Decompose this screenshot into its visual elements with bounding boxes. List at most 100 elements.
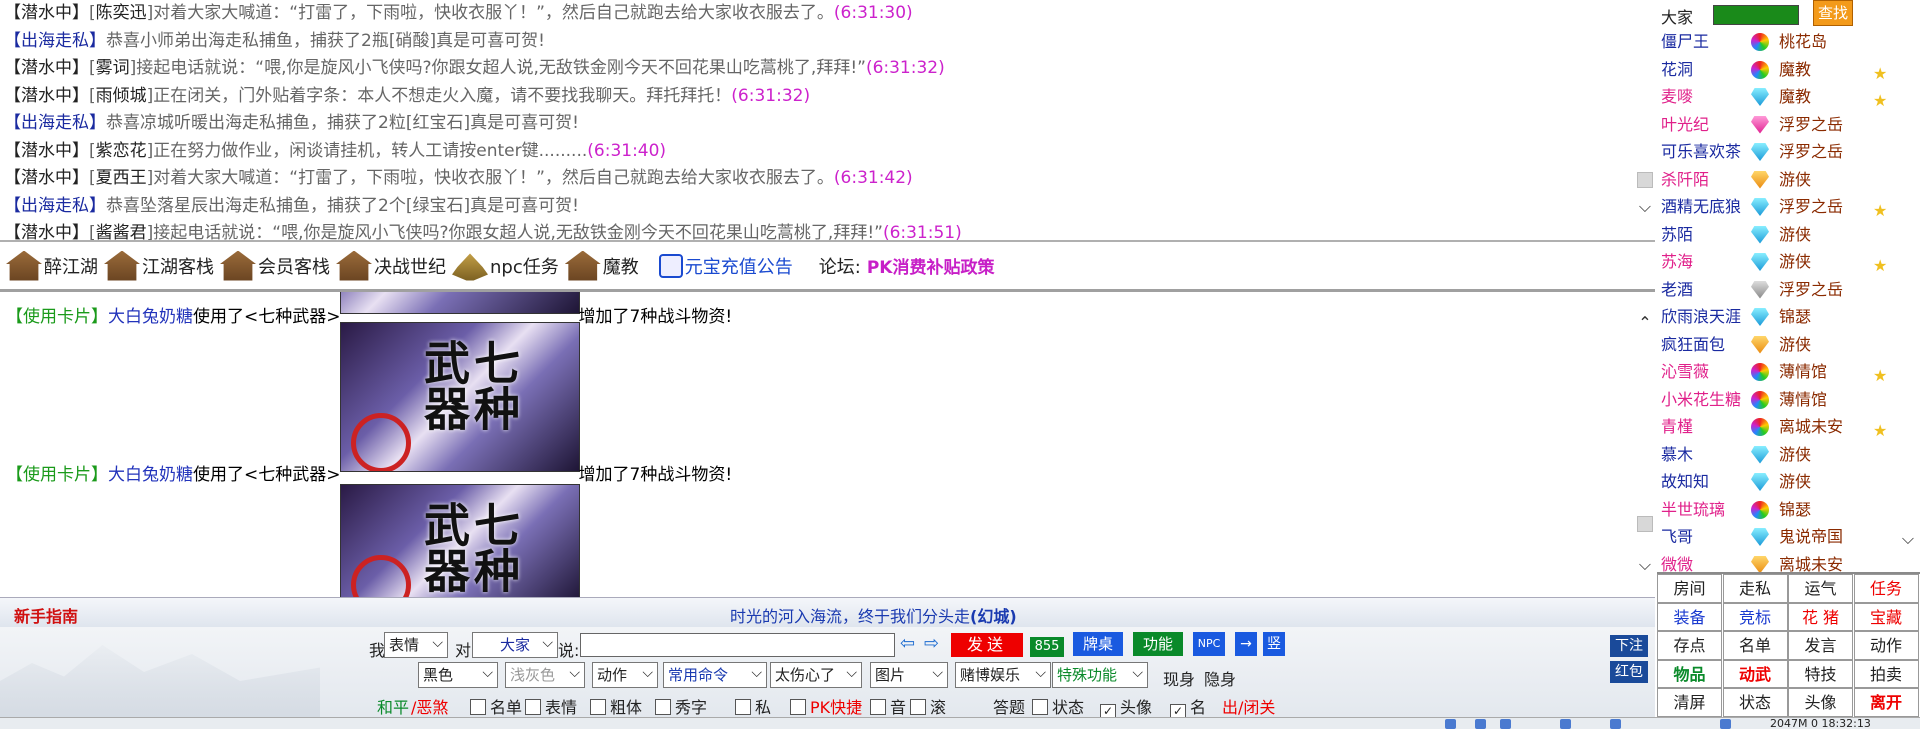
user-name[interactable]: 半世琉璃 [1661,496,1725,523]
tray-icon[interactable] [1445,719,1456,729]
checkbox-4[interactable]: 私 [735,694,771,717]
user-name[interactable]: 飞哥 [1661,523,1693,550]
checkbox-1[interactable]: 表情 [525,694,577,717]
grid-button-15[interactable]: 拍卖 [1853,659,1919,688]
arrow-button[interactable]: → [1235,632,1257,656]
user-row[interactable]: 慕木 游侠 [1661,441,1906,469]
arrow-right-icon[interactable]: ⇨ [924,633,939,654]
user-list-scroll-down-icon[interactable]: ⌵ [1901,531,1915,547]
checkbox-3[interactable]: 秀字 [655,694,707,717]
scroll-down-arrow-icon[interactable]: ⌵ [1638,199,1652,215]
user-row[interactable]: 麦嘜 魔教 ★ [1661,83,1906,111]
vertical-button[interactable]: 竖 [1263,632,1285,656]
user-row[interactable]: 沁雪薇 薄情馆 ★ [1661,358,1906,386]
user-row[interactable]: 苏陌 游侠 [1661,221,1906,249]
card-pane-scroll-thumb[interactable] [1637,516,1653,532]
grid-button-16[interactable]: 清屏 [1657,688,1722,717]
user-row[interactable]: 疯狂面包 游侠 [1661,331,1906,359]
grid-button-11[interactable]: 动作 [1853,631,1919,660]
nav-npc-task[interactable]: npc任务 [452,251,559,281]
bet-button[interactable]: 下注 [1610,635,1648,657]
user-name[interactable]: 小米花生糖 [1661,386,1741,413]
checkbox-7[interactable]: 滚 [910,694,946,717]
user-row[interactable]: 欣雨浪天涯 锦瑟 [1661,303,1906,331]
grid-button-2[interactable]: 运气 [1788,574,1853,603]
grid-button-10[interactable]: 发言 [1788,631,1853,660]
grid-button-9[interactable]: 名单 [1722,631,1788,660]
grid-button-13[interactable]: 动武 [1722,659,1788,688]
public-chat-scroll-thumb[interactable] [1637,172,1653,188]
table-button[interactable]: 牌桌 [1073,632,1123,656]
user-row[interactable]: 苏海 游侠 ★ [1661,248,1906,276]
grid-button-19[interactable]: 离开 [1853,688,1919,717]
user-row[interactable]: 可乐喜欢茶 浮罗之岳 [1661,138,1906,166]
user-name[interactable]: 可乐喜欢茶 [1661,138,1741,165]
find-button[interactable]: 查找 [1813,0,1853,26]
answer-link[interactable]: 答题 [993,694,1025,717]
user-name[interactable]: 欣雨浪天涯 [1661,303,1741,330]
user-name[interactable]: 慕木 [1661,441,1693,468]
nav-member-inn[interactable]: 会员客栈 [220,250,330,281]
tray-icon[interactable] [1560,719,1571,729]
peace-mode[interactable]: 和平 [377,694,409,717]
user-name[interactable]: 叶光纪 [1661,111,1709,138]
exit-seclusion-link[interactable]: 出/闭关 [1222,694,1275,717]
tray-icon[interactable] [1610,719,1621,729]
grid-button-8[interactable]: 存点 [1657,631,1722,660]
user-name[interactable]: 微微 [1661,551,1693,573]
tray-icon[interactable] [1500,719,1511,729]
user-name[interactable]: 故知知 [1661,468,1709,495]
nav-battle-century[interactable]: 决战世纪 [336,250,446,281]
color-select[interactable]: 黑色 [418,661,498,688]
user-row[interactable]: 酒精无底狼 浮罗之岳 ★ [1661,193,1906,221]
checkbox2-1[interactable]: 头像 [1100,694,1152,717]
grid-button-14[interactable]: 特技 [1788,659,1853,688]
tray-icon[interactable] [1720,719,1731,729]
nav-jianghu-inn[interactable]: 江湖客栈 [104,250,214,281]
user-name[interactable]: 花洞 [1661,56,1693,83]
user-row[interactable]: 青槿 离城未安 ★ [1661,413,1906,441]
user-name[interactable]: 苏海 [1661,248,1693,275]
grid-button-3[interactable]: 任务 [1853,574,1919,603]
function-button[interactable]: 功能 [1133,632,1183,656]
public-chat-scrollbar[interactable]: ⌵ [1633,0,1657,240]
card-user[interactable]: 大白兔奶糖 [108,465,193,485]
checkbox-0[interactable]: 名单 [470,694,522,717]
target-field[interactable]: 大家 [472,631,558,658]
chat-username[interactable]: 紫恋花 [96,141,147,161]
user-name[interactable]: 僵尸王 [1661,28,1709,55]
user-row[interactable]: 叶光纪 浮罗之岳 [1661,111,1906,139]
evil-mode[interactable]: /恶煞 [411,694,448,717]
user-name[interactable]: 沁雪薇 [1661,358,1709,385]
user-name[interactable]: 酒精无底狼 [1661,193,1741,220]
chat-username[interactable]: 雨倾城 [96,86,147,106]
checkbox-2[interactable]: 粗体 [590,694,642,717]
chat-username[interactable]: 夏西王 [96,168,147,188]
checkbox2-0[interactable]: 状态 [1032,694,1084,717]
user-row[interactable]: 半世琉璃 锦瑟 [1661,496,1906,524]
grid-button-17[interactable]: 状态 [1722,688,1788,717]
grid-button-1[interactable]: 走私 [1722,574,1788,603]
grid-button-0[interactable]: 房间 [1657,574,1722,603]
user-row[interactable]: 故知知 游侠 [1661,468,1906,496]
grid-button-18[interactable]: 头像 [1788,688,1853,717]
nav-mojiao[interactable]: 魔教 [564,250,639,281]
scroll-up-arrow-icon[interactable]: ⌃ [1638,315,1652,331]
show-link[interactable]: 现身 [1163,666,1195,690]
user-row[interactable]: 小米花生糖 薄情馆 [1661,386,1906,414]
grid-button-5[interactable]: 竞标 [1722,602,1788,631]
user-row[interactable]: 杀阡陌 游侠 [1661,166,1906,194]
user-row[interactable]: 微微 离城未安 [1661,551,1906,573]
light-color-select[interactable]: 浅灰色 [505,661,585,688]
user-name[interactable]: 青槿 [1661,413,1693,440]
mood-select[interactable]: 太伤心了 [770,661,862,688]
user-name[interactable]: 苏陌 [1661,221,1693,248]
card-pane-scrollbar[interactable]: ⌃ ⌵ [1633,292,1655,597]
grid-button-6[interactable]: 花 猪 [1788,602,1853,631]
command-select[interactable]: 常用命令 [663,661,767,688]
grid-button-7[interactable]: 宝藏 [1853,602,1919,631]
checkbox-6[interactable]: 音 [870,694,906,717]
nav-zuijianghu[interactable]: 醉江湖 [6,250,98,281]
message-input[interactable] [580,633,895,657]
user-name[interactable]: 疯狂面包 [1661,331,1725,358]
